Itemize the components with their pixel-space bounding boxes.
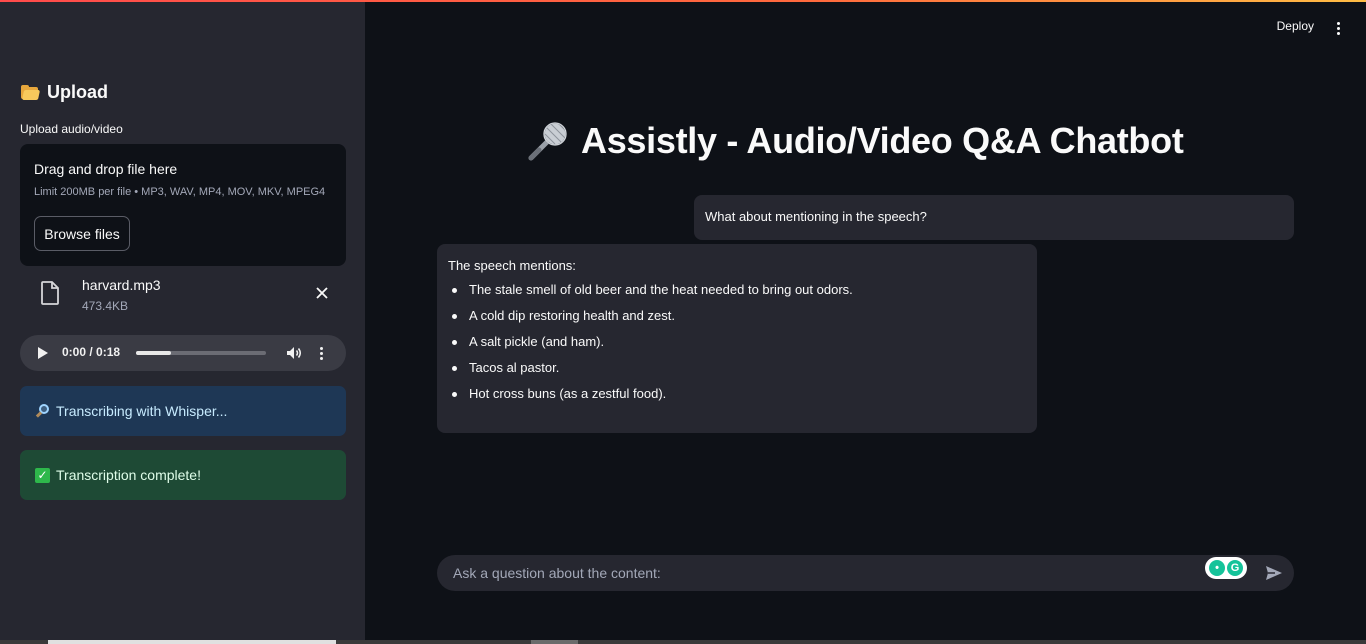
- grammarly-widget[interactable]: • G: [1205, 557, 1247, 579]
- magnifying-glass-icon: [35, 403, 50, 419]
- deploy-button[interactable]: Deploy: [1277, 19, 1314, 33]
- top-decoration-bar: [0, 0, 1366, 2]
- audio-seek-slider[interactable]: [136, 351, 266, 355]
- scrollbar-thumb[interactable]: [48, 640, 336, 644]
- page-title-text: Assistly - Audio/Video Q&A Chatbot: [581, 120, 1184, 161]
- main-content: Deploy Assistly - Audio/Video Q&A Chatbo…: [365, 0, 1366, 644]
- chat-input[interactable]: [437, 555, 1197, 591]
- dropzone-title: Drag and drop file here: [34, 161, 178, 177]
- grammarly-pin-icon: •: [1209, 560, 1225, 576]
- dropzone-limit-text: Limit 200MB per file • MP3, WAV, MP4, MO…: [34, 186, 326, 198]
- sidebar: Upload Upload audio/video Drag and drop …: [0, 0, 365, 644]
- microphone-icon: [528, 122, 567, 161]
- audio-time: 0:00 / 0:18: [62, 345, 121, 359]
- main-menu-icon[interactable]: [1336, 20, 1342, 36]
- page-title: Assistly - Audio/Video Q&A Chatbot: [525, 118, 1225, 164]
- uploader-label: Upload audio/video: [20, 122, 123, 136]
- play-icon[interactable]: [38, 347, 48, 359]
- send-icon[interactable]: [1265, 565, 1283, 581]
- sidebar-title: Upload: [47, 82, 108, 102]
- file-size: 473.4KB: [82, 299, 129, 313]
- file-icon: [41, 281, 59, 305]
- user-chat-message: What about mentioning in the speech?: [694, 195, 1294, 240]
- list-item: A salt pickle (and ham).: [448, 334, 1026, 360]
- list-item: The stale smell of old beer and the heat…: [448, 282, 1026, 308]
- folder-icon: [20, 84, 41, 101]
- grammarly-g-icon: G: [1227, 560, 1243, 576]
- list-item: A cold dip restoring health and zest.: [448, 308, 1026, 334]
- file-dropzone[interactable]: Drag and drop file here Limit 200MB per …: [20, 144, 346, 266]
- sidebar-header: Upload: [20, 82, 108, 103]
- remove-file-close-icon[interactable]: [312, 284, 332, 304]
- check-mark-icon: ✓: [35, 467, 50, 483]
- list-item: Tacos al pastor.: [448, 360, 1026, 386]
- volume-icon[interactable]: [286, 346, 302, 360]
- success-alert-text: Transcription complete!: [56, 467, 201, 483]
- browse-files-button[interactable]: Browse files: [34, 216, 130, 251]
- audio-player[interactable]: 0:00 / 0:18: [20, 335, 346, 371]
- audio-progress-fill: [136, 351, 172, 355]
- audio-more-menu-icon[interactable]: [316, 344, 328, 362]
- file-name: harvard.mp3: [82, 277, 161, 293]
- scrollbar-thumb-secondary[interactable]: [531, 640, 578, 644]
- list-item: Hot cross buns (as a zestful food).: [448, 386, 1026, 412]
- uploaded-file-row: harvard.mp3 473.4KB: [20, 272, 346, 318]
- success-alert: ✓ Transcription complete!: [20, 450, 346, 500]
- user-message-text: What about mentioning in the speech?: [705, 209, 927, 224]
- assistant-message-list: The stale smell of old beer and the heat…: [448, 282, 1026, 412]
- chat-input-container: • G: [437, 555, 1294, 591]
- assistant-chat-message: The speech mentions: The stale smell of …: [437, 244, 1037, 433]
- assistant-message-intro: The speech mentions:: [448, 258, 576, 273]
- info-alert: Transcribing with Whisper...: [20, 386, 346, 436]
- info-alert-text: Transcribing with Whisper...: [56, 403, 228, 419]
